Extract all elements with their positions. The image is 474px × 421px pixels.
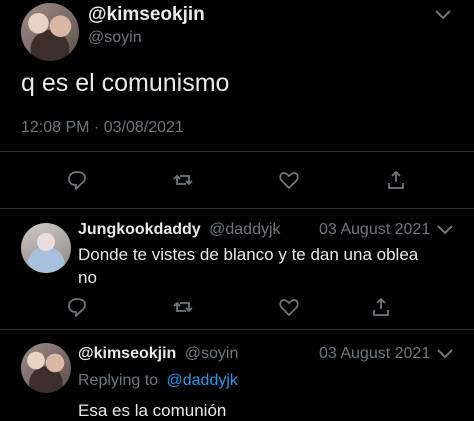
reply-text-continued: no xyxy=(78,268,97,287)
display-name[interactable]: @kimseokjin xyxy=(88,4,205,26)
handle[interactable]: @daddyjk xyxy=(209,221,280,238)
reply-header: @kimseokjin @soyin xyxy=(78,345,238,363)
divider xyxy=(0,151,474,152)
reply-header: Jungkookdaddy @daddyjk xyxy=(78,221,281,239)
reply-icon[interactable] xyxy=(66,169,88,191)
tweet-text: q es el comunismo xyxy=(21,69,230,97)
reply-date[interactable]: 03 August 2021 xyxy=(319,345,430,363)
chevron-down-icon[interactable] xyxy=(432,4,454,26)
display-name[interactable]: @kimseokjin xyxy=(78,345,176,362)
replying-prefix: Replying to xyxy=(78,372,159,389)
handle[interactable]: @soyin xyxy=(185,345,239,362)
avatar[interactable] xyxy=(21,223,71,273)
reply-icon[interactable] xyxy=(66,296,88,318)
share-icon[interactable] xyxy=(370,296,392,318)
reply-text: Esa es la comunión xyxy=(78,401,227,420)
retweet-icon[interactable] xyxy=(172,169,194,191)
heart-icon[interactable] xyxy=(278,169,300,191)
avatar[interactable] xyxy=(21,3,79,61)
chevron-down-icon[interactable] xyxy=(434,342,456,364)
heart-icon[interactable] xyxy=(278,296,300,318)
chevron-down-icon[interactable] xyxy=(434,218,456,240)
avatar[interactable] xyxy=(21,343,71,393)
share-icon[interactable] xyxy=(385,169,407,191)
retweet-icon[interactable] xyxy=(172,296,194,318)
divider xyxy=(0,208,474,209)
replying-to: Replying to @daddyjk xyxy=(78,372,238,390)
reply-text: Donde te vistes de blanco y te dan una o… xyxy=(78,245,419,264)
divider xyxy=(0,329,474,330)
handle[interactable]: @soyin xyxy=(88,29,142,47)
replying-to-link[interactable]: @daddyjk xyxy=(167,372,238,389)
reply-date[interactable]: 03 August 2021 xyxy=(319,221,430,239)
display-name[interactable]: Jungkookdaddy xyxy=(78,221,201,238)
tweet-timestamp[interactable]: 12:08 PM · 03/08/2021 xyxy=(21,119,184,137)
